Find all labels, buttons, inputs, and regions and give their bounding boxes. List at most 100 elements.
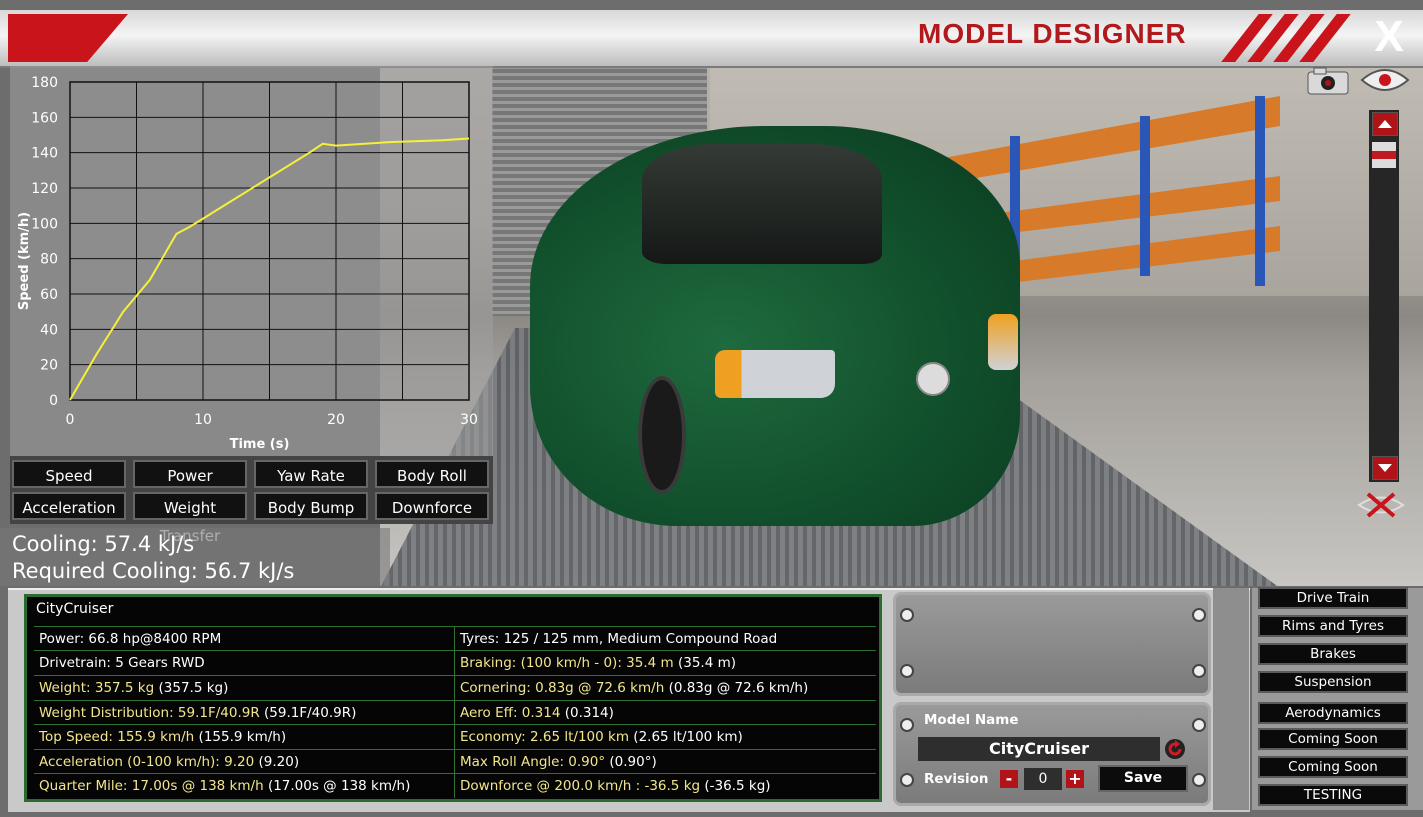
- cooling-value: Cooling: 57.4 kJ/s: [12, 532, 195, 556]
- spec-row: Top Speed: 155.9 km/h (155.9 km/h) Econom…: [34, 724, 876, 748]
- save-button[interactable]: Save: [1098, 765, 1188, 792]
- spec-label: Weight Distribution: 59.1F/40.9R: [39, 705, 260, 721]
- spec-row: Weight Distribution: 59.1F/40.9R (59.1F/…: [34, 700, 876, 724]
- spec-right-cell: Economy: 2.65 lt/100 km (2.65 lt/100 km): [460, 725, 743, 749]
- y-tick-label: 100: [31, 216, 58, 232]
- spec-value: (35.4 m): [677, 655, 737, 671]
- camera-icon[interactable]: [1306, 66, 1350, 96]
- spec-label: Max Roll Angle: 0.90°: [460, 754, 606, 770]
- category-testing[interactable]: TESTING: [1258, 784, 1408, 806]
- car-windshield: [642, 144, 882, 264]
- hide-view-icon[interactable]: [1356, 488, 1406, 522]
- spec-left-cell: Drivetrain: 5 Gears RWD: [39, 651, 205, 675]
- rivet: [1192, 773, 1206, 787]
- revision-increment-button[interactable]: +: [1066, 770, 1084, 788]
- spec-label: Braking: (100 km/h - 0): 35.4 m: [460, 655, 674, 671]
- performance-chart: 0 20 40 60 80 100 120 140 160 180 0 10 20 30 Time (s) S…: [10, 66, 493, 456]
- spec-row: Drivetrain: 5 Gears RWD Braking: (100 km/…: [34, 650, 876, 674]
- spec-left-cell: Weight: 357.5 kg (357.5 kg): [39, 676, 228, 700]
- spec-label: Drivetrain: 5 Gears RWD: [39, 655, 205, 671]
- title-bar: [0, 10, 1423, 68]
- scroll-up-icon[interactable]: [1372, 112, 1398, 136]
- spec-value: (357.5 kg): [158, 680, 229, 696]
- spec-left-cell: Top Speed: 155.9 km/h (155.9 km/h): [39, 725, 286, 749]
- spec-label: Tyres: 125 / 125 mm, Medium Compound Roa…: [460, 631, 778, 647]
- spec-row: Acceleration (0-100 km/h): 9.20 (9.20) Ma…: [34, 749, 876, 773]
- spec-value: (0.90°): [609, 754, 657, 770]
- stat-button-power[interactable]: Power: [133, 460, 247, 488]
- spec-value: (-36.5 kg): [704, 778, 771, 794]
- eye-icon[interactable]: [1360, 66, 1410, 94]
- spec-value: (2.65 lt/100 km): [633, 729, 743, 745]
- y-tick-label: 80: [40, 252, 58, 268]
- stat-button-acceleration[interactable]: Acceleration: [12, 492, 126, 520]
- scroll-thumb[interactable]: [1372, 142, 1396, 168]
- spec-label: Quarter Mile: 17.00s @ 138 km/h: [39, 778, 264, 794]
- spec-value: (0.314): [564, 705, 614, 721]
- category-suspension[interactable]: Suspension: [1258, 671, 1408, 693]
- category-drive-train[interactable]: Drive Train: [1258, 587, 1408, 609]
- y-tick-label: 40: [40, 322, 58, 338]
- rivet: [900, 718, 914, 732]
- x-axis-label: Time (s): [230, 437, 290, 452]
- revision-label: Revision: [924, 771, 989, 787]
- spec-label: Aero Eff: 0.314: [460, 705, 561, 721]
- car-headlight-right: [988, 314, 1018, 370]
- category-aerodynamics[interactable]: Aerodynamics: [1258, 702, 1408, 724]
- x-tick-label: 0: [66, 412, 75, 428]
- spec-right-cell: Max Roll Angle: 0.90° (0.90°): [460, 750, 657, 774]
- spec-right-cell: Aero Eff: 0.314 (0.314): [460, 701, 614, 725]
- close-button[interactable]: X: [1364, 12, 1414, 62]
- y-tick-label: 0: [49, 393, 58, 409]
- model-name-field[interactable]: CityCruiser: [918, 737, 1160, 761]
- y-tick-label: 180: [31, 75, 58, 91]
- spec-right-cell: Tyres: 125 / 125 mm, Medium Compound Roa…: [460, 627, 777, 651]
- stat-button-downforce[interactable]: Downforce: [375, 492, 489, 520]
- stat-button-yaw-rate[interactable]: Yaw Rate: [254, 460, 368, 488]
- category-brakes[interactable]: Brakes: [1258, 643, 1408, 665]
- stat-button-weight-transfer[interactable]: Weight Transfer: [133, 492, 247, 545]
- spec-label: Top Speed: 155.9 km/h: [39, 729, 195, 745]
- specs-model-name: CityCruiser: [36, 601, 114, 617]
- rivet: [1192, 608, 1206, 622]
- page-title: MODEL DESIGNER: [918, 18, 1187, 49]
- rivet: [900, 664, 914, 678]
- rivet: [900, 608, 914, 622]
- spec-right-cell: Braking: (100 km/h - 0): 35.4 m (35.4 m): [460, 651, 736, 675]
- spec-left-cell: Power: 66.8 hp@8400 RPM: [39, 627, 221, 651]
- revision-decrement-button[interactable]: -: [1000, 770, 1018, 788]
- spec-value: (59.1F/40.9R): [264, 705, 357, 721]
- spec-right-cell: Downforce @ 200.0 km/h : -36.5 kg (-36.5…: [460, 774, 771, 798]
- category-coming-soon[interactable]: Coming Soon: [1258, 756, 1408, 778]
- speed-chart: 0 20 40 60 80 100 120 140 160 180 0 10 20 30 Time (s) S…: [17, 75, 478, 452]
- spec-label: Weight: 357.5 kg: [39, 680, 155, 696]
- car-viewport[interactable]: [380, 66, 1423, 586]
- spec-value: (17.00s @ 138 km/h): [267, 778, 411, 794]
- required-cooling-value: Required Cooling: 56.7 kJ/s: [12, 559, 295, 583]
- stat-button-body-bump[interactable]: Body Bump: [254, 492, 368, 520]
- spec-value: (0.83g @ 72.6 km/h): [668, 680, 809, 696]
- refresh-icon[interactable]: [1164, 738, 1186, 760]
- scroll-down-icon[interactable]: [1372, 456, 1398, 480]
- revision-field[interactable]: 0: [1024, 768, 1062, 790]
- x-tick-label: 10: [194, 412, 212, 428]
- spec-row: Power: 66.8 hp@8400 RPM Tyres: 125 / 125 …: [34, 626, 876, 650]
- x-tick-label: 30: [460, 412, 478, 428]
- chart-mode-buttons: Speed Power Yaw Rate Body Roll Accelerat…: [10, 456, 493, 545]
- stat-button-speed[interactable]: Speed: [12, 460, 126, 488]
- car-badge: [916, 362, 950, 396]
- y-tick-label: 140: [31, 146, 58, 162]
- y-tick-label: 60: [40, 287, 58, 303]
- spec-row: Quarter Mile: 17.00s @ 138 km/h (17.00s …: [34, 773, 876, 797]
- category-coming-soon[interactable]: Coming Soon: [1258, 728, 1408, 750]
- stat-button-body-roll[interactable]: Body Roll: [375, 460, 489, 488]
- y-tick-label: 120: [31, 181, 58, 197]
- spec-left-cell: Quarter Mile: 17.00s @ 138 km/h (17.00s …: [39, 774, 410, 798]
- car-wheel: [638, 376, 686, 494]
- category-rims-and-tyres[interactable]: Rims and Tyres: [1258, 615, 1408, 637]
- car-headlight-left: [715, 350, 835, 398]
- rivet: [900, 773, 914, 787]
- rivet: [1192, 718, 1206, 732]
- spec-label: Cornering: 0.83g @ 72.6 km/h: [460, 680, 665, 696]
- spec-label: Economy: 2.65 lt/100 km: [460, 729, 629, 745]
